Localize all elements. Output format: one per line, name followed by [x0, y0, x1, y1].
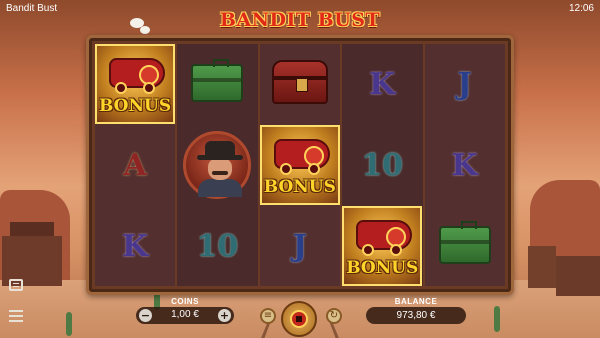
- card-symbol-text: K: [451, 147, 478, 183]
- bandit-portrait: [183, 131, 252, 199]
- spin-icon: [290, 310, 308, 328]
- card-symbol: K: [425, 125, 505, 205]
- coat-icon: [198, 179, 243, 197]
- reel-1: BONUS A K: [95, 44, 176, 286]
- suitcase-symbol: [177, 44, 257, 124]
- turbo-icon[interactable]: ↻: [326, 308, 342, 324]
- card-symbol: A: [95, 125, 175, 205]
- bonus-label: BONUS: [346, 258, 419, 278]
- card-symbol: J: [260, 206, 340, 286]
- reel-grid: BONUS A K 10 BONUS J K 10 BONUS J K: [95, 44, 505, 286]
- wheel-icon: [362, 244, 375, 256]
- bonus-symbol: BONUS: [95, 44, 175, 124]
- card-symbol-text: K: [369, 66, 396, 102]
- card-symbol-text: K: [121, 228, 149, 264]
- card-symbol-text: J: [292, 228, 307, 264]
- bonus-label: BONUS: [263, 177, 336, 197]
- card-symbol: K: [342, 44, 422, 124]
- spin-button[interactable]: [281, 301, 317, 337]
- card-symbol: 10: [177, 206, 257, 286]
- game-logo: BANDIT BUST: [219, 9, 381, 31]
- menu-icon[interactable]: [9, 310, 23, 322]
- hat-icon: [197, 141, 244, 160]
- card-symbol: J: [425, 44, 505, 124]
- bandit-symbol: [177, 125, 257, 205]
- balance-value: 973,80 €: [366, 307, 466, 324]
- wheel-icon: [115, 82, 127, 94]
- smoke-puff-icon: [140, 26, 150, 34]
- chest-symbol: [260, 44, 340, 124]
- card-symbol: 10: [342, 125, 422, 205]
- coins-selector: − 1,00 € +: [136, 307, 234, 324]
- bonus-label: BONUS: [99, 96, 172, 116]
- wooden-house: [556, 256, 600, 296]
- cactus-icon: [494, 306, 500, 332]
- balance-label: BALANCE: [394, 297, 438, 306]
- card-symbol: K: [95, 206, 175, 286]
- autoplay-icon[interactable]: ≡: [260, 308, 276, 324]
- decrease-coins-button[interactable]: −: [139, 309, 152, 322]
- increase-coins-button[interactable]: +: [218, 309, 231, 322]
- coins-value: 1,00 €: [171, 309, 199, 320]
- wheel-icon: [279, 163, 292, 175]
- wheel-icon: [307, 163, 320, 175]
- suitcase-icon: [438, 221, 491, 264]
- coins-label: COINS: [171, 297, 199, 306]
- reel-2: 10: [177, 44, 258, 286]
- suitcase-symbol: [425, 206, 505, 286]
- paytable-icon[interactable]: [9, 279, 23, 291]
- reel-3: BONUS J: [259, 44, 341, 286]
- clock: 12:06: [568, 3, 594, 14]
- card-symbol-text: 10: [361, 147, 404, 183]
- wheel-icon: [143, 82, 155, 94]
- reel-4: K 10 BONUS: [342, 44, 423, 286]
- card-symbol-text: A: [123, 147, 147, 183]
- water-tower: [528, 246, 556, 288]
- reel-5: JK: [424, 44, 505, 286]
- cactus-icon: [66, 312, 72, 336]
- app-title: Bandit Bust: [6, 3, 58, 14]
- chest-icon: [271, 60, 328, 104]
- bonus-symbol: BONUS: [342, 206, 423, 286]
- bonus-symbol: BONUS: [259, 125, 340, 205]
- card-symbol-text: 10: [196, 228, 239, 264]
- wheel-icon: [390, 244, 403, 256]
- face-icon: [208, 158, 233, 180]
- card-symbol-text: J: [457, 66, 472, 102]
- suitcase-icon: [191, 59, 244, 102]
